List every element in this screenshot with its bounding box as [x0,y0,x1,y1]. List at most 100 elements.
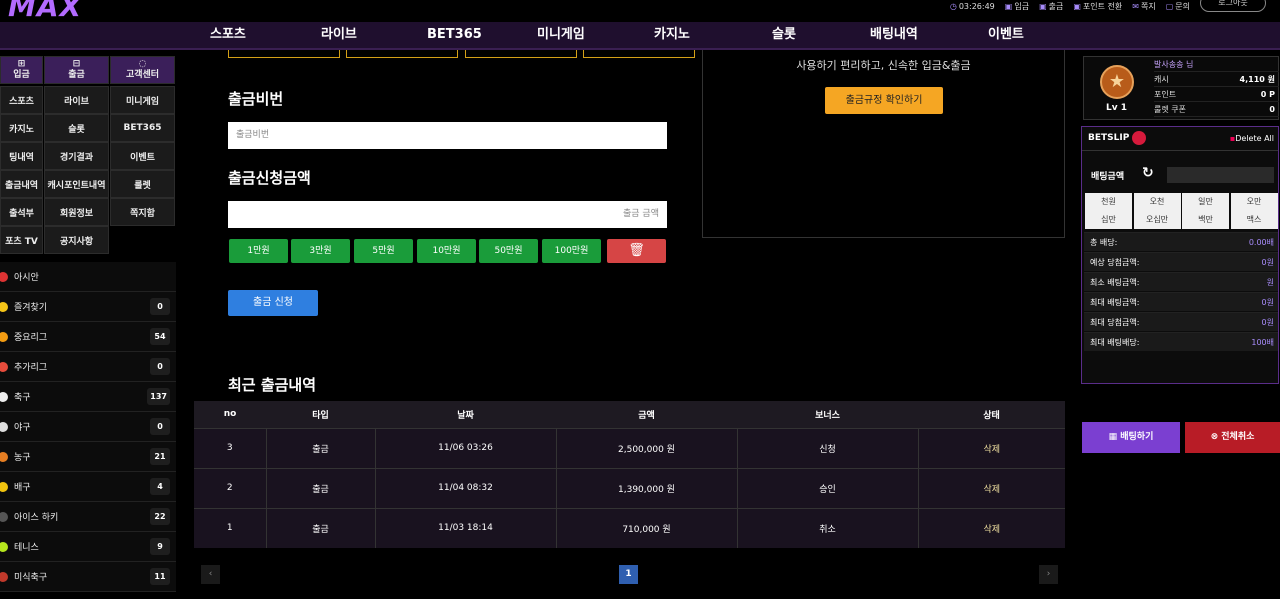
withdraw-submit-button[interactable]: 출금 신청 [228,290,318,316]
sport-label: 야구 [14,423,31,433]
nav-casino[interactable]: 카지노 [654,22,690,48]
menu-bet-history[interactable]: 팅내역 [0,142,43,170]
cell-status[interactable]: 삭제 [917,428,1065,468]
sport-item[interactable]: 테니스 9 [0,532,176,562]
page-next-button[interactable]: › [1039,565,1058,584]
support-button[interactable]: ◌ 고객센터 [110,56,175,84]
withdraw-button[interactable]: ⊟ 출금 [44,56,109,84]
cancel-all-button[interactable]: ⊗ 전체취소 [1185,422,1280,453]
sport-item[interactable]: 중요리그 54 [0,322,176,352]
cell-amount: 2,500,000 원 [555,428,737,468]
bet-amount-input[interactable] [1167,167,1274,183]
nav-slot[interactable]: 슬롯 [772,22,796,48]
delete-all-button[interactable]: ▪Delete All [1230,134,1274,143]
menu-sports[interactable]: 스포츠 [0,86,43,114]
amount-button-1m[interactable]: 100만원 [542,239,601,263]
sport-count: 22 [150,508,170,525]
sport-item[interactable]: 아이스 하키 22 [0,502,176,532]
menu-attendance[interactable]: 출석부 [0,198,43,226]
sport-item[interactable]: 추가리그 0 [0,352,176,382]
menu-sports-tv[interactable]: 포츠 TV [0,226,43,254]
sport-item[interactable]: 즐겨찾기 0 [0,292,176,322]
top-link-deposit[interactable]: ▣ 입금 [1005,1,1029,12]
top-link-point[interactable]: ▣ 포인트 전환 [1073,1,1122,12]
refresh-icon[interactable]: ↻ [1142,165,1154,181]
betslip-summary-row: 최대 배팅금액: 0원 [1084,292,1278,311]
clear-amount-button[interactable]: 🗑 [607,239,666,263]
nav-live[interactable]: 라이브 [321,22,357,48]
amount-button-10k[interactable]: 1만원 [229,239,288,263]
cell-amount: 710,000 원 [555,508,737,548]
sport-item[interactable]: 축구 137 [0,382,176,412]
point-icon: ▣ [1073,1,1081,11]
nav-minigame[interactable]: 미니게임 [537,22,585,48]
quick-amount-button[interactable]: 일만 [1182,193,1229,211]
page-1-button[interactable]: 1 [619,565,638,584]
menu-member-info[interactable]: 회원정보 [44,198,109,226]
menu-bet365[interactable]: BET365 [110,114,175,142]
logout-button[interactable]: 로그아웃 [1200,0,1266,12]
withdraw-amount-input[interactable]: 출금 금액 [228,201,667,228]
cell-status[interactable]: 삭제 [917,508,1065,548]
sport-count: 0 [150,298,170,315]
cell-bonus: 승인 [736,468,918,508]
quick-amount-button[interactable]: 오천 [1133,193,1181,211]
amount-button-100k[interactable]: 10만원 [417,239,476,263]
top-link-message[interactable]: ✉ 쪽지 [1132,1,1155,12]
quick-amount-button[interactable]: 십만 [1085,211,1132,229]
nav-event[interactable]: 이벤트 [988,22,1024,48]
place-bet-button[interactable]: ▦ 배팅하기 [1082,422,1180,453]
menu-results[interactable]: 경기결과 [44,142,109,170]
sport-item[interactable]: 야구 0 [0,412,176,442]
page-prev-button[interactable]: ‹ [201,565,220,584]
quick-amount-button[interactable]: 천원 [1085,193,1132,211]
menu-withdraw-history[interactable]: 출금내역 [0,170,43,198]
menu-event[interactable]: 이벤트 [110,142,175,170]
menu-casino[interactable]: 카지노 [0,114,43,142]
menu-roulette[interactable]: 룰렛 [110,170,175,198]
quick-amount-button[interactable]: 오십만 [1133,211,1181,229]
sport-item[interactable]: 아시안 [0,262,176,292]
menu-slot[interactable]: 슬롯 [44,114,109,142]
nav-sports[interactable]: 스포츠 [210,22,246,48]
nav-bet-history[interactable]: 배팅내역 [870,22,918,48]
cell-no: 2 [226,483,233,493]
menu-notice[interactable]: 공지사항 [44,226,109,254]
menu-live[interactable]: 라이브 [44,86,109,114]
sport-label: 아시안 [14,273,39,283]
col-no: no [223,409,237,420]
cash-row: 캐시 4,110 원 [1154,72,1279,87]
menu-messages[interactable]: 쪽지함 [110,198,175,226]
recent-history-title: 최근 출금내역 [228,376,317,394]
menu-cashpoint-history[interactable]: 캐시포인트내역 [44,170,109,198]
betslip: BETSLIP ▪Delete All 배팅금액 ↻ 천원 오천 일만 오만 십만 오십만… [1081,126,1280,453]
quick-amount-button[interactable]: 백만 [1182,211,1229,229]
amount-button-50k[interactable]: 5만원 [354,239,413,263]
amount-button-500k[interactable]: 50만원 [479,239,538,263]
withdraw-password-input[interactable]: 출금비번 [228,122,667,149]
summary-label: 최대 배팅배당: [1090,338,1140,347]
inquiry-icon: ▢ [1165,1,1174,11]
menu-minigame[interactable]: 미니게임 [110,86,175,114]
nav-bet365[interactable]: BET365 [427,22,482,48]
deposit-button[interactable]: ⊞ 입금 [0,56,43,84]
site-logo[interactable]: MAX [8,0,82,23]
cell-bonus: 취소 [736,508,918,548]
sport-icon [0,451,8,462]
amount-button-30k[interactable]: 3만원 [291,239,350,263]
sport-icon [0,481,8,492]
cell-status[interactable]: 삭제 [917,468,1065,508]
withdraw-rules-button[interactable]: 출금규정 확인하기 [825,87,943,114]
notice-text: 사용하기 편리하고, 신속한 입금&출금 [796,59,971,72]
cell-date: 11/03 18:14 [374,508,556,548]
top-link-withdraw[interactable]: ▣ 출금 [1039,1,1063,12]
sport-item[interactable]: 농구 21 [0,442,176,472]
betslip-title: BETSLIP [1088,133,1130,143]
top-link-inquiry[interactable]: ▢ 문의 [1166,1,1190,12]
sport-item[interactable]: 배구 4 [0,472,176,502]
sport-item[interactable]: 미식축구 11 [0,562,176,592]
quick-amount-button[interactable]: 맥스 [1230,211,1278,229]
minus-icon: ⊟ [72,59,81,69]
quick-amount-button[interactable]: 오만 [1230,193,1278,211]
summary-label: 최대 배팅금액: [1090,298,1140,307]
